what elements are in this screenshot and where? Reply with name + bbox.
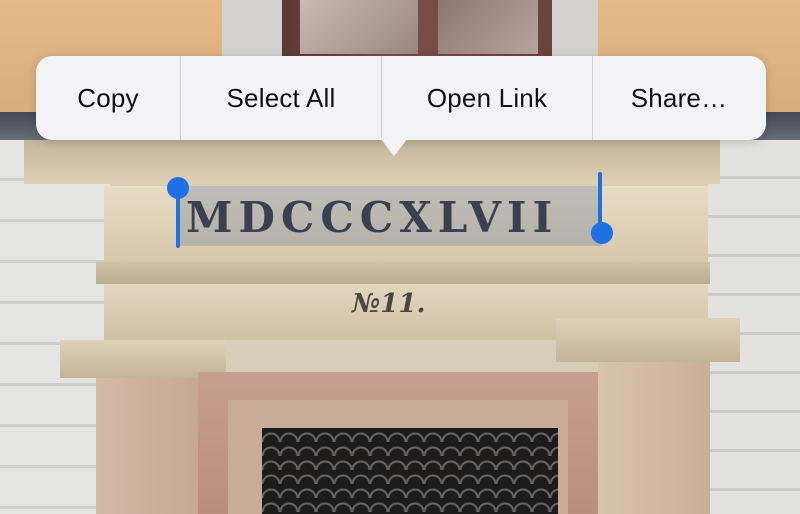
door-grille	[262, 428, 558, 514]
share-button[interactable]: Share…	[593, 56, 765, 140]
open-link-button[interactable]: Open Link	[382, 56, 592, 140]
house-number-text[interactable]: №11.	[352, 284, 432, 324]
left-wall	[0, 140, 110, 514]
right-capital	[556, 318, 740, 362]
selected-inscription-text[interactable]: MDCCCXLVII	[186, 192, 606, 244]
selection-start-handle-icon[interactable]	[167, 177, 189, 199]
selection-end-handle-icon[interactable]	[591, 222, 613, 244]
text-context-menu: Copy Select All Open Link Share…	[36, 56, 766, 140]
right-pillar	[598, 362, 710, 514]
select-all-button[interactable]: Select All	[181, 56, 381, 140]
window-pane	[300, 0, 418, 54]
middle-ledge	[96, 262, 710, 284]
cornice	[24, 140, 720, 184]
left-pillar	[96, 378, 198, 514]
menu-pointer-arrow	[380, 138, 408, 156]
copy-button[interactable]: Copy	[36, 56, 180, 140]
window-pane	[438, 0, 538, 54]
